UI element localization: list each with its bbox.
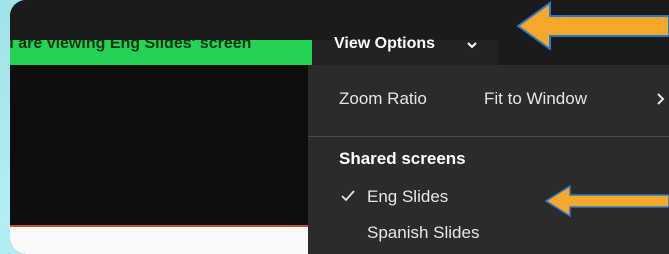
menu-divider	[308, 136, 669, 137]
view-options-label: View Options	[334, 35, 436, 52]
arrow-left-icon	[516, 1, 669, 50]
zoom-ratio-label: Zoom Ratio	[339, 89, 427, 108]
arrow-left-icon	[544, 184, 669, 218]
page-bottom-area	[10, 227, 308, 254]
shared-screens-heading: Shared screens	[339, 149, 466, 168]
view-options-menu: Zoom Ratio Fit to Window Shared screens …	[308, 65, 669, 254]
chevron-down-icon	[467, 42, 477, 49]
zoom-ratio-value: Fit to Window	[484, 89, 587, 108]
shared-screen-item-eng-slides[interactable]: Eng Slides	[367, 187, 448, 207]
check-icon	[341, 190, 355, 202]
viewing-status-banner: u are viewing Eng Slides' screen	[10, 40, 312, 65]
menu-item-zoom-ratio[interactable]: Zoom Ratio Fit to Window	[339, 89, 665, 113]
viewing-status-text: u are viewing Eng Slides' screen	[10, 40, 252, 52]
view-options-button[interactable]: View Options	[312, 35, 498, 65]
shared-screen-item-spanish-slides[interactable]: Spanish Slides	[367, 223, 479, 243]
chevron-right-icon	[657, 93, 665, 105]
